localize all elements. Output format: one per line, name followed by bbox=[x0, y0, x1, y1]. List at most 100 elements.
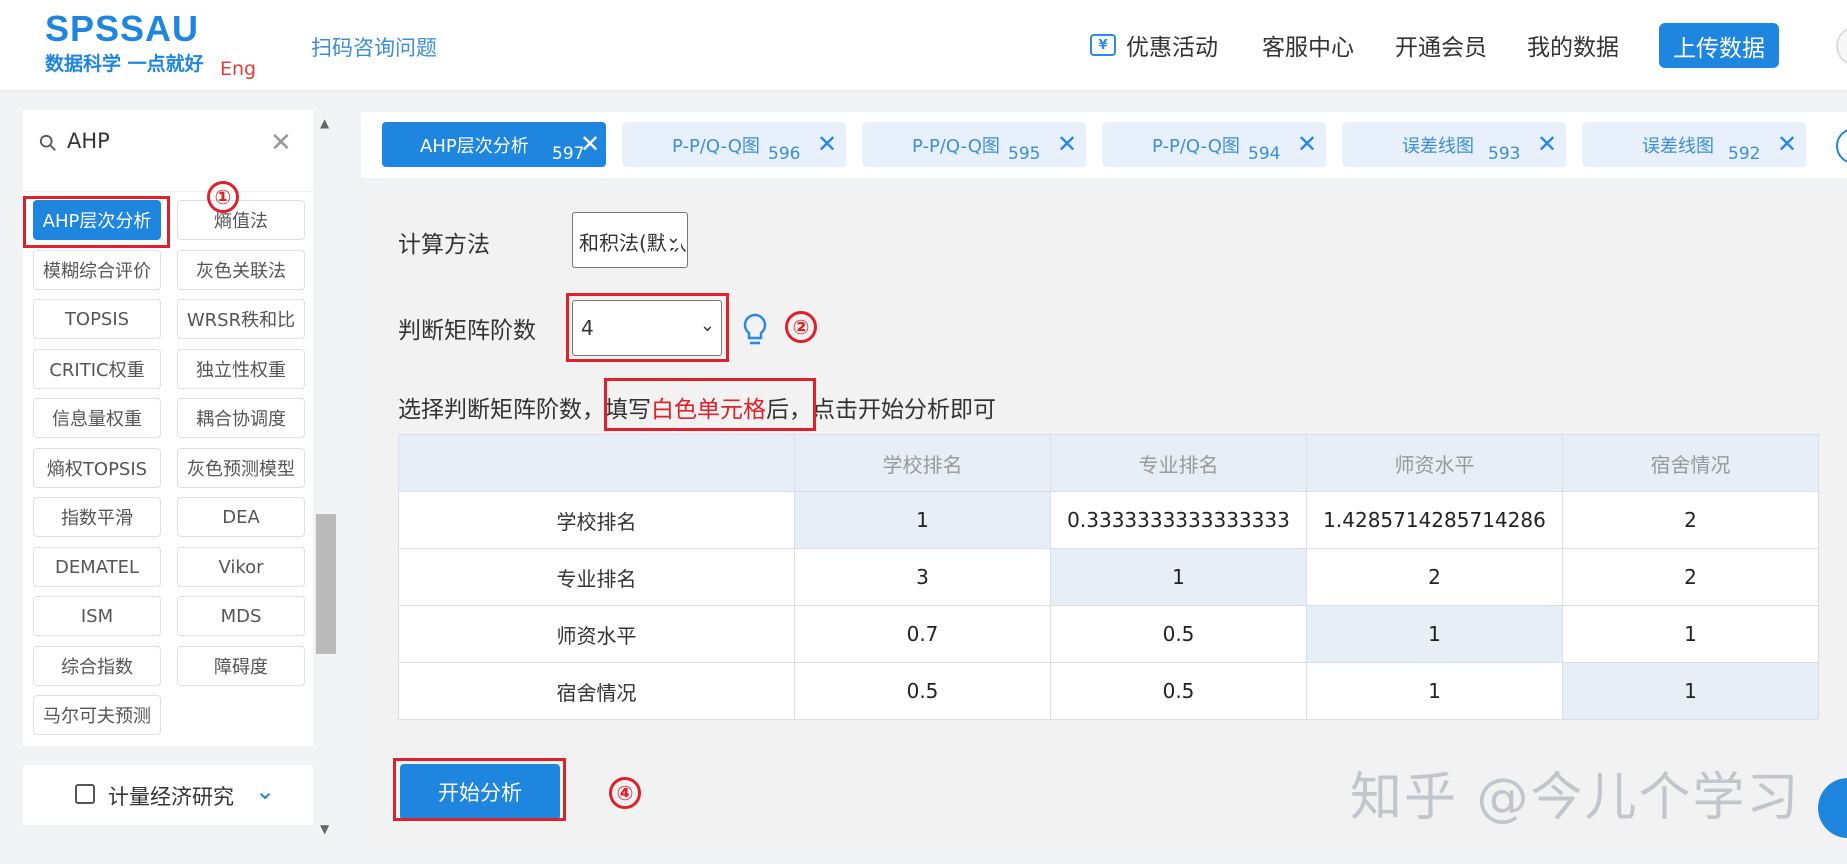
tool-composite-index[interactable]: 综合指数 bbox=[33, 646, 161, 686]
tab-errorbar-592[interactable]: 误差线图 592 ✕ bbox=[1582, 122, 1806, 167]
annotation-2: ② bbox=[785, 311, 817, 343]
user-avatar[interactable] bbox=[1836, 26, 1847, 66]
header: SPSSAU 数据科学 一点就好 Eng 扫码咨询问题 ¥ 优惠活动 客服中心 … bbox=[0, 0, 1847, 90]
column-header: 师资水平 bbox=[1306, 434, 1563, 492]
qr-consult-link[interactable]: 扫码咨询问题 bbox=[311, 32, 437, 62]
start-analysis-button[interactable]: 开始分析 bbox=[400, 764, 560, 820]
matrix-order-label: 判断矩阵阶数 bbox=[398, 318, 536, 344]
close-icon[interactable]: ✕ bbox=[1297, 130, 1317, 158]
instruction-part: 选择判断矩阵阶数， bbox=[398, 397, 605, 423]
row-header: 宿舍情况 bbox=[398, 662, 795, 720]
matrix-cell-input[interactable]: 1.4285714285714286 bbox=[1306, 491, 1563, 549]
column-header: 宿舍情况 bbox=[1562, 434, 1819, 492]
chevron-down-icon: ⌄ bbox=[663, 227, 681, 248]
search-icon bbox=[39, 134, 56, 151]
logo[interactable]: SPSSAU bbox=[45, 8, 199, 50]
nav-membership[interactable]: 开通会员 bbox=[1395, 28, 1487, 62]
tab-number: 593 bbox=[1488, 144, 1521, 164]
tool-obstacle-degree[interactable]: 障碍度 bbox=[177, 646, 305, 686]
chevron-down-icon: ⌄ bbox=[699, 315, 715, 336]
tool-grey-relational[interactable]: 灰色关联法 bbox=[177, 250, 305, 290]
matrix-cell: 1 bbox=[1050, 548, 1307, 606]
tool-grey-forecast[interactable]: 灰色预测模型 bbox=[177, 448, 305, 488]
nav-promotions[interactable]: ¥ 优惠活动 bbox=[1090, 28, 1218, 62]
scroll-down-icon[interactable]: ▼ bbox=[320, 822, 329, 836]
scroll-up-icon[interactable]: ▲ bbox=[320, 116, 329, 130]
tab-label: P-P/Q-Q图 bbox=[912, 136, 1000, 157]
nav-my-data[interactable]: 我的数据 bbox=[1527, 28, 1619, 62]
upload-data-button[interactable]: 上传数据 bbox=[1659, 23, 1779, 68]
analysis-tabs: AHP层次分析 597 ✕ P-P/Q-Q图 596 ✕ P-P/Q-Q图 59… bbox=[361, 112, 1847, 178]
row-header: 师资水平 bbox=[398, 605, 795, 663]
tool-coupling-coordination[interactable]: 耦合协调度 bbox=[177, 398, 305, 438]
tool-fuzzy-eval[interactable]: 模糊综合评价 bbox=[33, 250, 161, 290]
section-econometrics[interactable]: 计量经济研究 ⌄ bbox=[23, 765, 313, 825]
tool-ahp[interactable]: AHP层次分析 bbox=[33, 200, 161, 240]
tab-number: 594 bbox=[1248, 144, 1281, 164]
chevron-down-icon[interactable]: ⌄ bbox=[255, 777, 275, 805]
tool-markov[interactable]: 马尔可夫预测 bbox=[33, 695, 161, 735]
matrix-cell-input[interactable]: 2 bbox=[1562, 548, 1819, 606]
close-icon[interactable]: ✕ bbox=[817, 130, 837, 158]
clear-search-icon[interactable]: ✕ bbox=[270, 128, 292, 158]
tool-topsis[interactable]: TOPSIS bbox=[33, 299, 161, 339]
instruction-text: 选择判断矩阵阶数，填写白色单元格后，点击开始分析即可 bbox=[398, 390, 996, 424]
nav-service-center[interactable]: 客服中心 bbox=[1262, 28, 1354, 62]
column-header: 学校排名 bbox=[794, 434, 1051, 492]
close-icon[interactable]: ✕ bbox=[1777, 130, 1797, 158]
tool-information-weight[interactable]: 信息量权重 bbox=[33, 398, 161, 438]
tab-label: 误差线图 bbox=[1642, 136, 1714, 157]
search-input[interactable]: AHP bbox=[67, 129, 110, 153]
sidebar-scrollbar[interactable] bbox=[314, 112, 336, 834]
tab-number: 592 bbox=[1728, 144, 1761, 164]
matrix-cell-input[interactable]: 0.3333333333333333 bbox=[1050, 491, 1307, 549]
matrix-cell: 0.5 bbox=[1050, 605, 1307, 663]
tool-entropy-topsis[interactable]: 熵权TOPSIS bbox=[33, 448, 161, 488]
lightbulb-icon[interactable] bbox=[740, 312, 770, 348]
matrix-order-select[interactable]: 4 ⌄ bbox=[572, 300, 722, 356]
close-icon[interactable]: ✕ bbox=[1057, 130, 1077, 158]
tool-independence-weight[interactable]: 独立性权重 bbox=[177, 349, 305, 389]
close-icon[interactable]: ✕ bbox=[580, 130, 600, 158]
section-econometrics-label: 计量经济研究 bbox=[108, 785, 234, 809]
tool-mds[interactable]: MDS bbox=[177, 596, 305, 636]
tab-pp-qq-596[interactable]: P-P/Q-Q图 596 ✕ bbox=[622, 122, 846, 167]
tab-errorbar-593[interactable]: 误差线图 593 ✕ bbox=[1342, 122, 1566, 167]
ticket-icon: ¥ bbox=[1090, 34, 1116, 56]
tab-label: AHP层次分析 bbox=[420, 136, 529, 157]
watermark: 知乎 @今儿个学习 bbox=[1350, 768, 1801, 828]
matrix-cell: 1 bbox=[1306, 662, 1563, 720]
matrix-header-row: 学校排名 专业排名 师资水平 宿舍情况 bbox=[398, 434, 1819, 492]
tool-vikor[interactable]: Vikor bbox=[177, 547, 305, 587]
tab-pp-qq-595[interactable]: P-P/Q-Q图 595 ✕ bbox=[862, 122, 1086, 167]
tool-entropy[interactable]: 熵值法 bbox=[177, 200, 305, 240]
nav-promotions-label: 优惠活动 bbox=[1126, 35, 1218, 61]
matrix-cell: 3 bbox=[794, 548, 1051, 606]
language-switch[interactable]: Eng bbox=[220, 58, 256, 80]
tab-pp-qq-594[interactable]: P-P/Q-Q图 594 ✕ bbox=[1102, 122, 1326, 167]
annotation-4: ④ bbox=[609, 777, 641, 809]
calc-method-select[interactable]: 和积法(默认) ⌄ bbox=[572, 212, 688, 268]
tool-wrsr[interactable]: WRSR秩和比 bbox=[177, 299, 305, 339]
matrix-cell-input[interactable]: 1 bbox=[1562, 605, 1819, 663]
tool-exp-smoothing[interactable]: 指数平滑 bbox=[33, 497, 161, 537]
calculator-icon bbox=[75, 784, 95, 804]
method-sidebar: AHP ✕ AHP层次分析 熵值法 模糊综合评价 灰色关联法 TOPSIS WR… bbox=[23, 110, 313, 746]
matrix-cell: 1 bbox=[1562, 662, 1819, 720]
method-search[interactable]: AHP ✕ bbox=[23, 110, 313, 192]
instruction-highlight: 白色单元格 bbox=[651, 397, 766, 423]
tab-number: 595 bbox=[1008, 144, 1041, 164]
calc-method-label: 计算方法 bbox=[398, 232, 490, 258]
tool-ism[interactable]: ISM bbox=[33, 596, 161, 636]
matrix-cell: 0.7 bbox=[794, 605, 1051, 663]
matrix-cell-input[interactable]: 2 bbox=[1306, 548, 1563, 606]
table-row: 学校排名 1 0.3333333333333333 1.428571428571… bbox=[398, 491, 1819, 549]
close-icon[interactable]: ✕ bbox=[1537, 130, 1557, 158]
tool-dea[interactable]: DEA bbox=[177, 497, 305, 537]
tool-critic[interactable]: CRITIC权重 bbox=[33, 349, 161, 389]
column-header: 专业排名 bbox=[1050, 434, 1307, 492]
matrix-cell-input[interactable]: 2 bbox=[1562, 491, 1819, 549]
tab-ahp-597[interactable]: AHP层次分析 597 ✕ bbox=[382, 122, 606, 167]
tool-dematel[interactable]: DEMATEL bbox=[33, 547, 161, 587]
scrollbar-thumb[interactable] bbox=[316, 514, 336, 654]
